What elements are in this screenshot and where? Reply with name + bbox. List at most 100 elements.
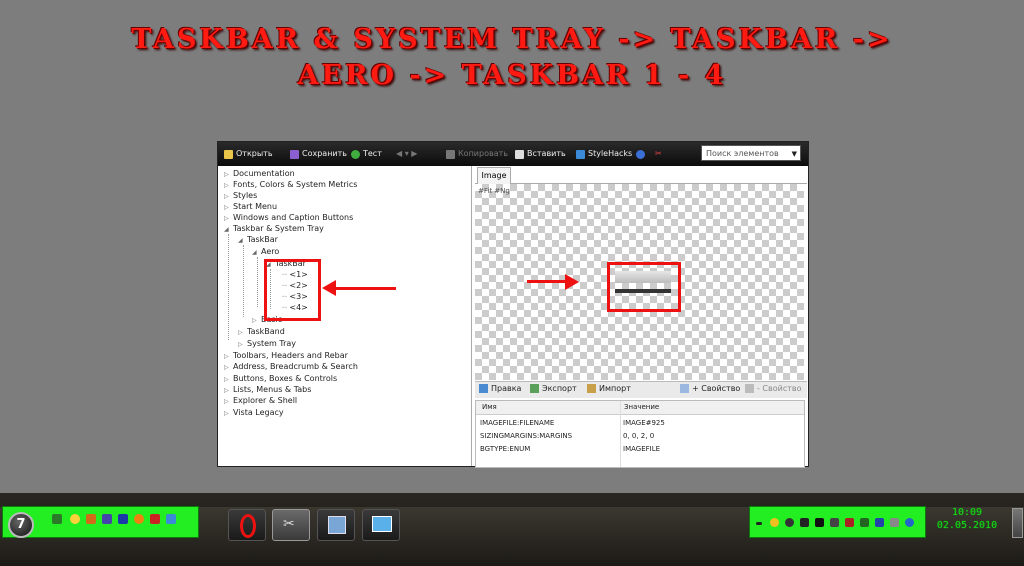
taskbar-app-stylebuilder[interactable]: ✂ [272, 509, 310, 541]
stylehacks-button[interactable]: StyleHacks [576, 148, 632, 160]
messenger-icon[interactable] [70, 514, 80, 524]
tree-label: Lists, Menus & Tabs [233, 385, 312, 394]
export-button[interactable]: Экспорт [530, 384, 577, 393]
tree-item-taskbar[interactable]: ◢ TaskBar [238, 234, 278, 245]
remove-property-button[interactable]: - Свойство [745, 384, 802, 393]
expand-arrow-icon[interactable]: ▷ [224, 362, 233, 373]
network-icon[interactable] [166, 514, 176, 524]
highlight-box-preview [607, 262, 681, 312]
import-icon [587, 384, 596, 393]
tree-item-taskbar-tray[interactable]: ◢ Taskbar & System Tray [224, 223, 324, 234]
grid-header: Имя Значение [476, 401, 804, 415]
tree-item-documentation[interactable]: ▷ Documentation [224, 168, 295, 179]
tree-item-taskband[interactable]: ▷ TaskBand [238, 326, 285, 337]
stylehacks-icon [576, 149, 585, 159]
show-desktop-button[interactable] [1012, 508, 1023, 538]
paste-button[interactable]: Вставить [515, 148, 566, 160]
undo-redo-buttons[interactable]: ◀ ▾ ▶ [396, 148, 417, 160]
toolbar: Открыть Сохранить Тест ◀ ▾ ▶ Копировать … [218, 142, 808, 166]
calendar-tray-icon[interactable] [830, 518, 839, 527]
app-launcher-icon[interactable] [102, 514, 112, 524]
clock[interactable]: 10:09 02.05.2010 [926, 506, 1008, 536]
save-button[interactable]: Сохранить [290, 148, 347, 160]
taskbar-app-explorer[interactable] [317, 509, 355, 541]
expand-arrow-icon[interactable]: ▷ [224, 408, 233, 419]
add-property-label: + Свойство [692, 384, 741, 393]
search-input[interactable]: Поиск элементов ▼ [701, 145, 801, 161]
at-tray-icon[interactable] [785, 518, 794, 527]
col-value-header[interactable]: Значение [624, 402, 659, 413]
tree-item-address[interactable]: ▷ Address, Breadcrumb & Search [224, 361, 358, 372]
open-button[interactable]: Открыть [224, 148, 273, 160]
import-label: Импорт [599, 384, 631, 393]
tree-item-fonts[interactable]: ▷ Fonts, Colors & System Metrics [224, 179, 357, 190]
show-desktop-icon[interactable] [52, 514, 62, 524]
expand-arrow-icon[interactable]: ▷ [238, 339, 247, 350]
tree-item-system-tray[interactable]: ▷ System Tray [238, 338, 296, 349]
edit-button[interactable]: Правка [479, 384, 521, 393]
tree-label: TaskBar [247, 235, 278, 244]
flag-tray-icon[interactable] [860, 518, 869, 527]
app-tray-icon[interactable] [800, 518, 809, 527]
paste-label: Вставить [527, 149, 566, 158]
copy-button[interactable]: Копировать [446, 148, 508, 160]
firefox-icon[interactable] [86, 514, 96, 524]
info-button[interactable] [636, 148, 645, 160]
tree-item-explorer[interactable]: ▷ Explorer & Shell [224, 395, 297, 406]
tree-item-buttons[interactable]: ▷ Buttons, Boxes & Controls [224, 373, 337, 384]
expand-arrow-icon[interactable]: ▷ [224, 396, 233, 407]
highlight-box-tree [264, 259, 321, 321]
tree-item-toolbars[interactable]: ▷ Toolbars, Headers and Rebar [224, 350, 348, 361]
tools-button[interactable]: ✂ [655, 148, 662, 160]
tree-line [243, 245, 244, 317]
meter-tray-icon[interactable] [845, 518, 854, 527]
tree-label: Windows and Caption Buttons [233, 213, 354, 222]
search-placeholder: Поиск элементов [706, 149, 779, 158]
tree-label: System Tray [247, 339, 297, 348]
start-button[interactable]: 7 [8, 512, 34, 538]
expand-arrow-icon[interactable]: ▷ [252, 315, 261, 326]
tree-label: Buttons, Boxes & Controls [233, 374, 338, 383]
messenger-tray-icon[interactable] [770, 518, 779, 527]
opera-icon [240, 514, 256, 538]
tab-image[interactable]: Image [477, 167, 511, 184]
tree-label: Address, Breadcrumb & Search [233, 362, 358, 371]
tree-item-windows-caption[interactable]: ▷ Windows and Caption Buttons [224, 212, 353, 223]
test-label: Тест [363, 149, 382, 158]
expand-arrow-icon[interactable]: ▷ [238, 327, 247, 338]
save-app-icon[interactable] [118, 514, 128, 524]
play-icon [351, 149, 360, 159]
bluetooth-tray-icon[interactable] [905, 518, 914, 527]
tree-item-vista[interactable]: ▷ Vista Legacy [224, 407, 284, 418]
taskbar-app-control-panel[interactable] [362, 509, 400, 541]
explorer-icon [328, 516, 346, 534]
add-property-button[interactable]: + Свойство [680, 384, 740, 393]
undo-icon: ◀ ▾ ▶ [396, 149, 418, 158]
tree-item-styles[interactable]: ▷ Styles [224, 190, 257, 201]
image-tabstrip: Image [475, 167, 807, 184]
network-tray-icon[interactable] [875, 518, 884, 527]
prop-value: IMAGEFILE [623, 445, 661, 453]
media-icon[interactable] [134, 514, 144, 524]
tree-item-aero[interactable]: ◢ Aero [252, 246, 279, 257]
tray-expand-icon[interactable] [756, 522, 762, 525]
volume-tray-icon[interactable] [890, 518, 899, 527]
tree-line [228, 234, 229, 340]
paste-icon [515, 149, 524, 159]
taskbar-app-opera[interactable] [228, 509, 266, 541]
skype-tray-icon[interactable] [815, 518, 824, 527]
tree-item-lists[interactable]: ▷ Lists, Menus & Tabs [224, 384, 311, 395]
tool-icon[interactable] [150, 514, 160, 524]
col-name-header[interactable]: Имя [482, 402, 497, 413]
prop-value: IMAGE#925 [623, 419, 665, 427]
tree-item-start-menu[interactable]: ▷ Start Menu [224, 201, 277, 212]
chevron-down-icon[interactable]: ▼ [792, 146, 797, 162]
test-button[interactable]: Тест [351, 148, 382, 160]
import-button[interactable]: Импорт [587, 384, 631, 393]
clock-time: 10:09 [951, 507, 983, 518]
remove-property-label: - Свойство [757, 384, 802, 393]
tree-label: Toolbars, Headers and Rebar [233, 351, 348, 360]
tree-label: TaskBand [247, 327, 285, 336]
tree-label: Fonts, Colors & System Metrics [233, 180, 358, 189]
control-panel-icon [372, 516, 392, 532]
